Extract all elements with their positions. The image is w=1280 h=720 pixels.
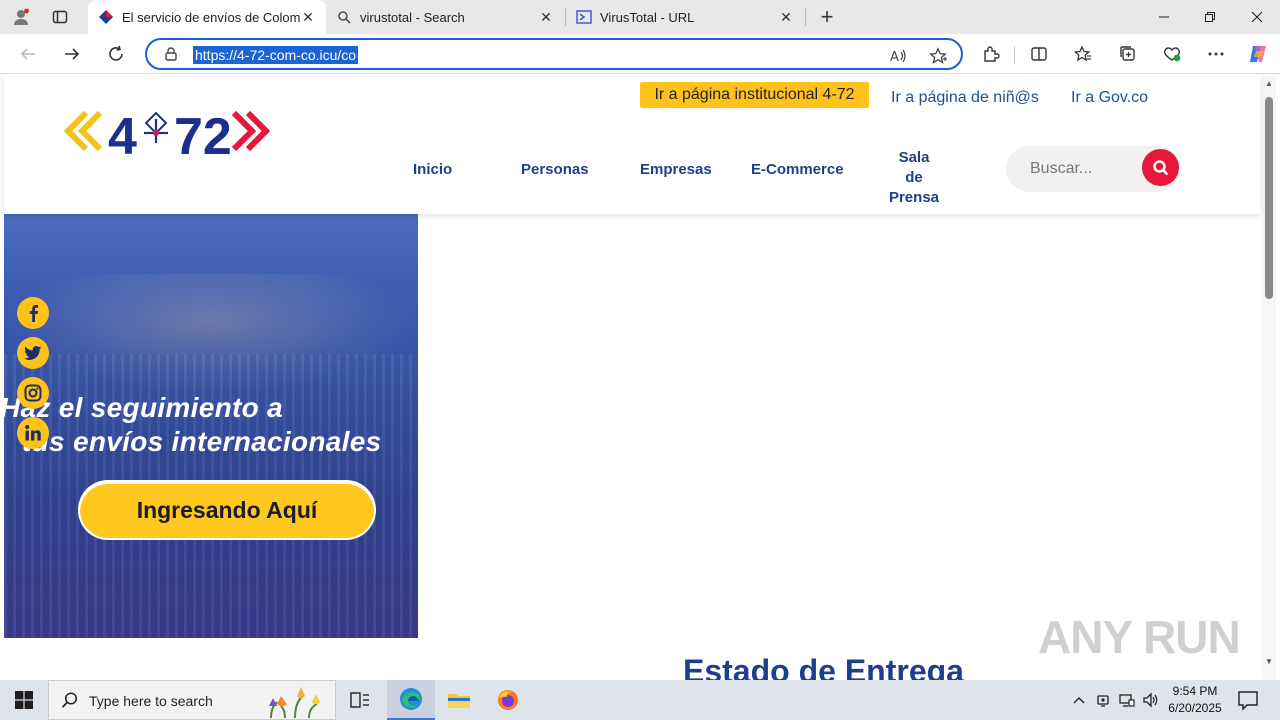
scroll-down-arrow[interactable]: ▼ [1262,657,1276,669]
institutional-page-button[interactable]: Ir a página institucional 4-72 [640,82,869,108]
tab-actions-icon[interactable] [47,5,73,29]
collections-icon[interactable] [1115,42,1141,66]
system-clock[interactable]: 9:54 PM 6/20/2025 [1162,683,1228,717]
favorite-star-icon[interactable] [928,46,948,66]
volume-icon[interactable] [1141,690,1161,710]
svg-text:A: A [890,50,899,64]
tab-title: virustotal - Search [360,9,465,25]
search-icon [61,692,78,708]
read-aloud-icon[interactable]: A [889,46,909,66]
search-icon [336,9,352,25]
4-72-logo[interactable]: 4 72 [62,107,272,166]
more-options-icon[interactable] [1203,42,1229,66]
site-info-icon[interactable] [163,46,179,62]
facebook-icon[interactable] [17,297,49,329]
linkedin-icon[interactable] [17,417,49,449]
gov-co-link[interactable]: Ir a Gov.co [1071,89,1148,107]
search-placeholder: Buscar... [1030,160,1093,177]
split-screen-icon[interactable] [1026,42,1052,66]
restore-icon[interactable] [1187,0,1233,34]
back-icon[interactable] [14,41,42,67]
4-72-favicon [98,9,114,25]
copilot-icon[interactable] [1245,42,1271,66]
delivery-status-heading: Estado de Entrega [683,653,964,680]
favorites-icon[interactable] [1070,42,1096,66]
kids-page-link[interactable]: Ir a página de niñ@s [891,89,1039,107]
nav-sala-line: de [905,169,923,186]
notification-icon[interactable] [1236,688,1260,712]
tab-virustotal-search[interactable]: virustotal - Search ✕ [326,0,564,34]
web-page: 4 72 Ir a página institucional 4-72 Ir a… [0,75,1280,680]
clock-date: 6/20/2025 [1168,701,1222,715]
toolbar-separator [1014,46,1015,64]
close-tab-icon[interactable]: ✕ [300,9,316,25]
close-tab-icon[interactable]: ✕ [538,9,554,25]
show-hidden-icons[interactable] [1069,690,1089,710]
svg-text:72: 72 [174,108,232,159]
new-tab-icon[interactable]: + [814,4,840,30]
minimize-icon[interactable] [1141,0,1187,34]
banner-headline-line2: tus envíos internacionales [22,426,382,457]
nav-sala-line: Prensa [888,189,940,206]
browser-essentials-icon[interactable] [1159,42,1185,66]
nav-sala-de-prensa[interactable]: Sala de Prensa [884,148,944,208]
forward-icon[interactable] [58,41,86,67]
file-explorer-icon[interactable] [435,680,483,720]
clock-time: 9:54 PM [1172,684,1218,698]
tab-separator [805,8,806,26]
scroll-up-arrow[interactable]: ▲ [1262,79,1276,91]
scrollbar-thumb[interactable] [1265,97,1273,299]
close-window-icon[interactable] [1234,0,1280,34]
tab-title: VirusTotal - URL [600,9,695,25]
tab-title: El servicio de envíos de Colombia [122,9,300,25]
svg-text:4: 4 [108,108,137,159]
windows-start-icon[interactable] [0,680,48,720]
search-icon [1152,159,1168,175]
site-header: 4 72 Ir a página institucional 4-72 Ir a… [4,75,1260,214]
browser-tab-bar: El servicio de envíos de Colombia ✕ viru… [0,0,1280,34]
anyrun-watermark: ANY RUN [1038,607,1241,667]
network-icon[interactable] [1117,690,1137,710]
site-search-button[interactable] [1142,149,1179,186]
instagram-icon[interactable] [17,377,49,409]
taskbar-search-placeholder: Type here to search [89,693,213,709]
nav-empresas[interactable]: Empresas [640,161,712,178]
tab-4-72[interactable]: El servicio de envíos de Colombia ✕ [88,0,326,34]
banner-cta-button[interactable]: Ingresando Aquí [80,482,374,538]
nav-ecommerce[interactable]: E-Commerce [751,161,844,178]
taskbar-search-box[interactable]: Type here to search [48,680,336,720]
url-text[interactable]: https://4-72-com-co.icu/co [193,46,359,64]
watermark-text: ANY RUN [1038,611,1241,663]
address-bar[interactable]: https://4-72-com-co.icu/co A [145,38,963,70]
virustotal-favicon [576,9,592,25]
device-icon[interactable] [1093,690,1113,710]
extensions-icon[interactable] [978,42,1004,66]
tracking-banner[interactable]: Haz el seguimiento a tus envíos internac… [4,214,418,638]
edge-taskbar-icon[interactable] [387,680,435,720]
nav-inicio[interactable]: Inicio [413,161,452,178]
twitter-icon[interactable] [17,337,49,369]
firefox-icon[interactable] [484,680,532,720]
tulip-decoration-icon [269,687,320,718]
nav-sala-line: Sala [898,149,930,166]
profile-icon[interactable] [8,5,34,29]
refresh-icon[interactable] [102,41,130,67]
tab-virustotal-url[interactable]: VirusTotal - URL ✕ [566,0,804,34]
close-tab-icon[interactable]: ✕ [778,9,794,25]
browser-toolbar: https://4-72-com-co.icu/co A [0,34,1280,74]
windows-taskbar: Type here to search 9:54 PM 6/20/2025 [0,680,1280,720]
task-view-icon[interactable] [336,680,384,720]
nav-personas[interactable]: Personas [521,161,589,178]
